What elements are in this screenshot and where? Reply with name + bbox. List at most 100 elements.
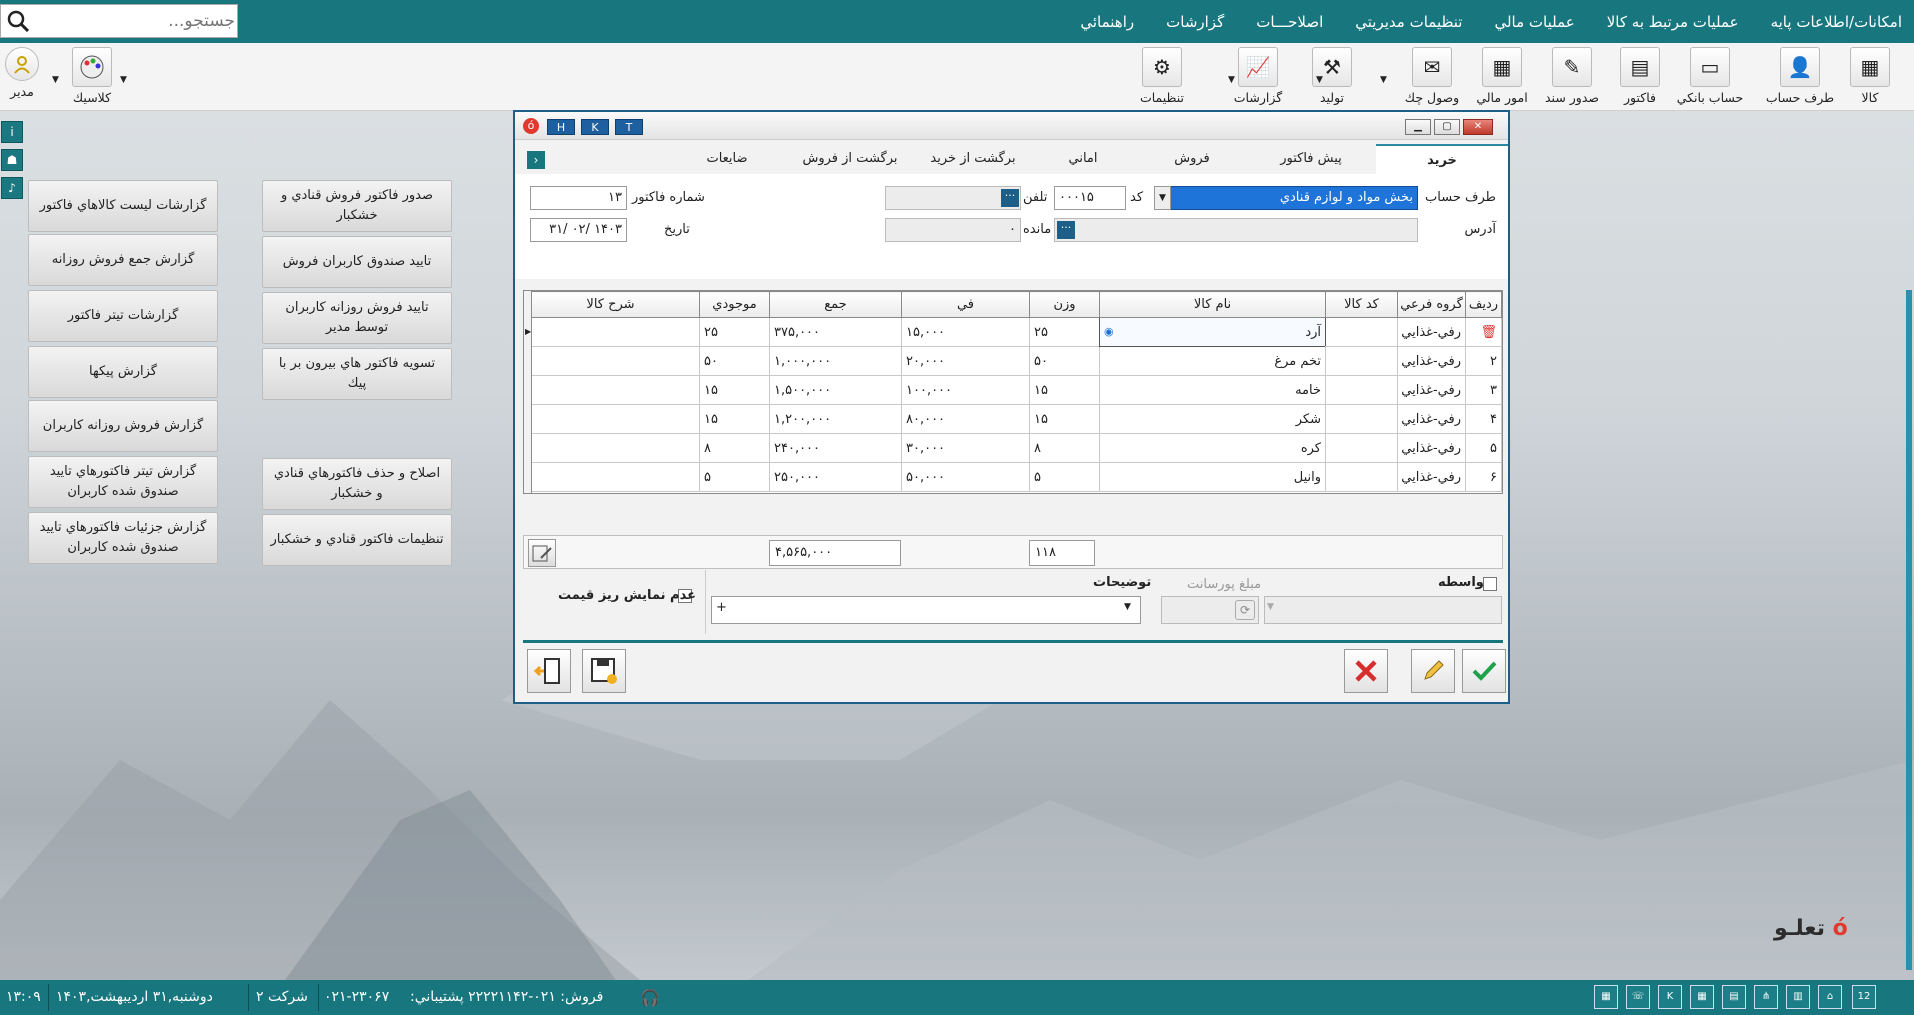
contacts-icon[interactable]: ☗ bbox=[1, 149, 23, 171]
balance-field[interactable]: ۰ bbox=[885, 218, 1021, 242]
info-icon[interactable]: i bbox=[1, 121, 23, 143]
table-row[interactable]: ۵ رفي-غذايي كره ۸ ۳۰,۰۰۰ ۲۴۰,۰۰۰ ۸ bbox=[524, 433, 1502, 463]
cell-weight[interactable]: ۱۵ bbox=[1029, 375, 1100, 405]
report-button-right-3[interactable]: تسويه فاكتور هاي بيرون بر با پيك bbox=[262, 348, 452, 400]
broker-combo[interactable] bbox=[1264, 596, 1502, 624]
delete-row-icon[interactable]: 🗑 bbox=[1480, 325, 1497, 340]
cell-name[interactable]: خامه bbox=[1099, 375, 1326, 405]
phone-icon[interactable]: ☏ bbox=[1626, 985, 1650, 1009]
search-icon[interactable] bbox=[7, 10, 29, 32]
cell-group[interactable]: رفي-غذايي bbox=[1397, 375, 1466, 405]
cell-total[interactable]: ۱,۲۰۰,۰۰۰ bbox=[769, 404, 902, 434]
search-input[interactable] bbox=[35, 5, 235, 37]
notes-icon[interactable]: ▤ bbox=[1722, 985, 1746, 1009]
broker-checkbox[interactable] bbox=[1483, 577, 1497, 591]
k-icon[interactable]: K bbox=[1658, 985, 1682, 1009]
bank-icon[interactable]: ▥ bbox=[1786, 985, 1810, 1009]
report-button-right-0[interactable]: صدور فاكتور فروش قنادي و خشكبار bbox=[262, 180, 452, 232]
report-button-right-2[interactable]: تاييد فروش روزانه كاربران توسط مدير bbox=[262, 292, 452, 344]
column-header-6[interactable]: جمع bbox=[769, 291, 902, 318]
phone-more-icon[interactable]: ··· bbox=[1001, 189, 1019, 207]
column-header-8[interactable]: شرح كالا bbox=[524, 291, 700, 318]
cell-desc[interactable] bbox=[524, 404, 700, 434]
account-dropdown-icon[interactable]: ▼ bbox=[1154, 186, 1171, 210]
report-button-left-4[interactable]: گزارش فروش روزانه كاربران bbox=[28, 400, 218, 452]
tab-purchase-return[interactable]: برگشت از خريد bbox=[918, 144, 1028, 174]
cell-name[interactable]: كره bbox=[1099, 433, 1326, 463]
cell-row[interactable]: ۲ bbox=[1465, 346, 1502, 376]
cell-desc[interactable] bbox=[524, 317, 700, 347]
report-button-left-6[interactable]: گزارش جزئيات فاكتورهاي تاييد صندوق شده ك… bbox=[28, 512, 218, 564]
calendar-icon[interactable]: 12 bbox=[1852, 985, 1876, 1009]
cell-group[interactable]: رفي-غذايي bbox=[1397, 462, 1466, 492]
column-header-1[interactable]: گروه فرعي bbox=[1397, 291, 1466, 318]
toolbar-register-button[interactable]: ▤ فاكتور bbox=[1604, 47, 1676, 105]
tab-sales-return[interactable]: برگشت از فروش bbox=[782, 144, 918, 174]
cell-total[interactable]: ۳۷۵,۰۰۰ bbox=[769, 317, 902, 347]
menu-item-6[interactable]: راهنمائي bbox=[1080, 13, 1134, 31]
cell-name[interactable]: ◉ آرد bbox=[1099, 317, 1326, 347]
cell-weight[interactable]: ۵۰ bbox=[1029, 346, 1100, 376]
right-edge-scroll-indicator[interactable] bbox=[1906, 290, 1912, 970]
cell-price[interactable]: ۸۰,۰۰۰ bbox=[901, 404, 1030, 434]
invoice-number-field[interactable]: ۱۳ bbox=[530, 186, 627, 210]
column-header-3[interactable]: نام كالا bbox=[1099, 291, 1326, 318]
cell-weight[interactable]: ۲۵ bbox=[1029, 317, 1100, 347]
cell-price[interactable]: ۲۰,۰۰۰ bbox=[901, 346, 1030, 376]
cell-code[interactable] bbox=[1325, 404, 1398, 434]
toolbar-calculator-button[interactable]: ▦ امور مالي bbox=[1466, 47, 1538, 105]
report-button-right-4[interactable]: اصلاح و حذف فاكتورهاي قنادي و خشكبار bbox=[262, 458, 452, 510]
tab-sales[interactable]: فروش bbox=[1138, 144, 1246, 174]
cheque-dropdown-icon[interactable]: ▼ bbox=[1380, 75, 1387, 85]
column-header-5[interactable]: في bbox=[901, 291, 1030, 318]
tabs-scroll-icon[interactable]: › bbox=[527, 151, 545, 169]
user-button[interactable]: مدير bbox=[0, 47, 44, 99]
grid-settings-icon[interactable] bbox=[528, 539, 556, 567]
cell-code[interactable] bbox=[1325, 462, 1398, 492]
address-field[interactable] bbox=[1054, 218, 1418, 242]
toolbar-person-button[interactable]: 👤 طرف حساب bbox=[1764, 47, 1836, 105]
cell-price[interactable]: ۱۵,۰۰۰ bbox=[901, 317, 1030, 347]
column-header-7[interactable]: موجودي bbox=[699, 291, 770, 318]
report-button-left-1[interactable]: گزارش جمع فروش روزانه bbox=[28, 234, 218, 286]
cell-weight[interactable]: ۵ bbox=[1029, 462, 1100, 492]
cell-name[interactable]: شكر bbox=[1099, 404, 1326, 434]
table-row[interactable]: ۶ رفي-غذايي وانيل ۵ ۵۰,۰۰۰ ۲۵۰,۰۰۰ ۵ bbox=[524, 462, 1502, 492]
cell-total[interactable]: ۱,۵۰۰,۰۰۰ bbox=[769, 375, 902, 405]
badge-h[interactable]: H bbox=[547, 119, 575, 135]
report-button-left-0[interactable]: گزارشات ليست كالاهاي فاكتور bbox=[28, 180, 218, 232]
menu-item-3[interactable]: تنظيمات مديريتي bbox=[1355, 13, 1462, 31]
cell-weight[interactable]: ۸ bbox=[1029, 433, 1100, 463]
cell-desc[interactable] bbox=[524, 462, 700, 492]
cell-code[interactable] bbox=[1325, 346, 1398, 376]
cell-price[interactable]: ۳۰,۰۰۰ bbox=[901, 433, 1030, 463]
edit-button[interactable] bbox=[1411, 649, 1455, 693]
code-field[interactable]: ۰۰۰۱۵ bbox=[1054, 186, 1126, 210]
cell-code[interactable] bbox=[1325, 375, 1398, 405]
cell-stock[interactable]: ۱۵ bbox=[699, 375, 770, 405]
report-button-right-5[interactable]: تنظيمات فاكتور قنادي و خشكبار bbox=[262, 514, 452, 566]
minimize-button[interactable]: ▁ bbox=[1405, 119, 1431, 135]
toolbar-document-edit-button[interactable]: ✎ صدور سند bbox=[1536, 47, 1608, 105]
bell-icon[interactable]: ♪ bbox=[1, 177, 23, 199]
report-button-left-5[interactable]: گزارش تيتر فاكتورهاي تاييد صندوق شده كار… bbox=[28, 456, 218, 508]
cell-row[interactable]: ۴ bbox=[1465, 404, 1502, 434]
cell-code[interactable] bbox=[1325, 317, 1398, 347]
tiles-icon[interactable]: ▦ bbox=[1690, 985, 1714, 1009]
tab-waste[interactable]: ضايعات bbox=[672, 144, 782, 174]
toolbar-production-button[interactable]: ⚒ توليد bbox=[1296, 47, 1368, 105]
cell-group[interactable]: رفي-غذايي bbox=[1397, 433, 1466, 463]
column-header-0[interactable]: رديف bbox=[1465, 291, 1502, 318]
theme-dropdown-icon[interactable]: ▼ bbox=[52, 75, 59, 85]
home-icon[interactable]: ⌂ bbox=[1818, 985, 1842, 1009]
cell-total[interactable]: ۲۵۰,۰۰۰ bbox=[769, 462, 902, 492]
report-button-right-1[interactable]: تاييد صندوق كاربران فروش bbox=[262, 236, 452, 288]
cell-stock[interactable]: ۵۰ bbox=[699, 346, 770, 376]
toolbar-envelope-button[interactable]: ✉ وصول چك bbox=[1396, 47, 1468, 105]
table-row[interactable]: ۳ رفي-غذايي خامه ۱۵ ۱۰۰,۰۰۰ ۱,۵۰۰,۰۰۰ ۱۵ bbox=[524, 375, 1502, 405]
notes-field[interactable]: + bbox=[711, 596, 1141, 624]
column-header-4[interactable]: وزن bbox=[1029, 291, 1100, 318]
toolbar-gear-button[interactable]: ⚙ تنظيمات bbox=[1126, 47, 1198, 105]
cell-desc[interactable] bbox=[524, 433, 700, 463]
commission-refresh-icon[interactable]: ⟳ bbox=[1235, 600, 1255, 620]
